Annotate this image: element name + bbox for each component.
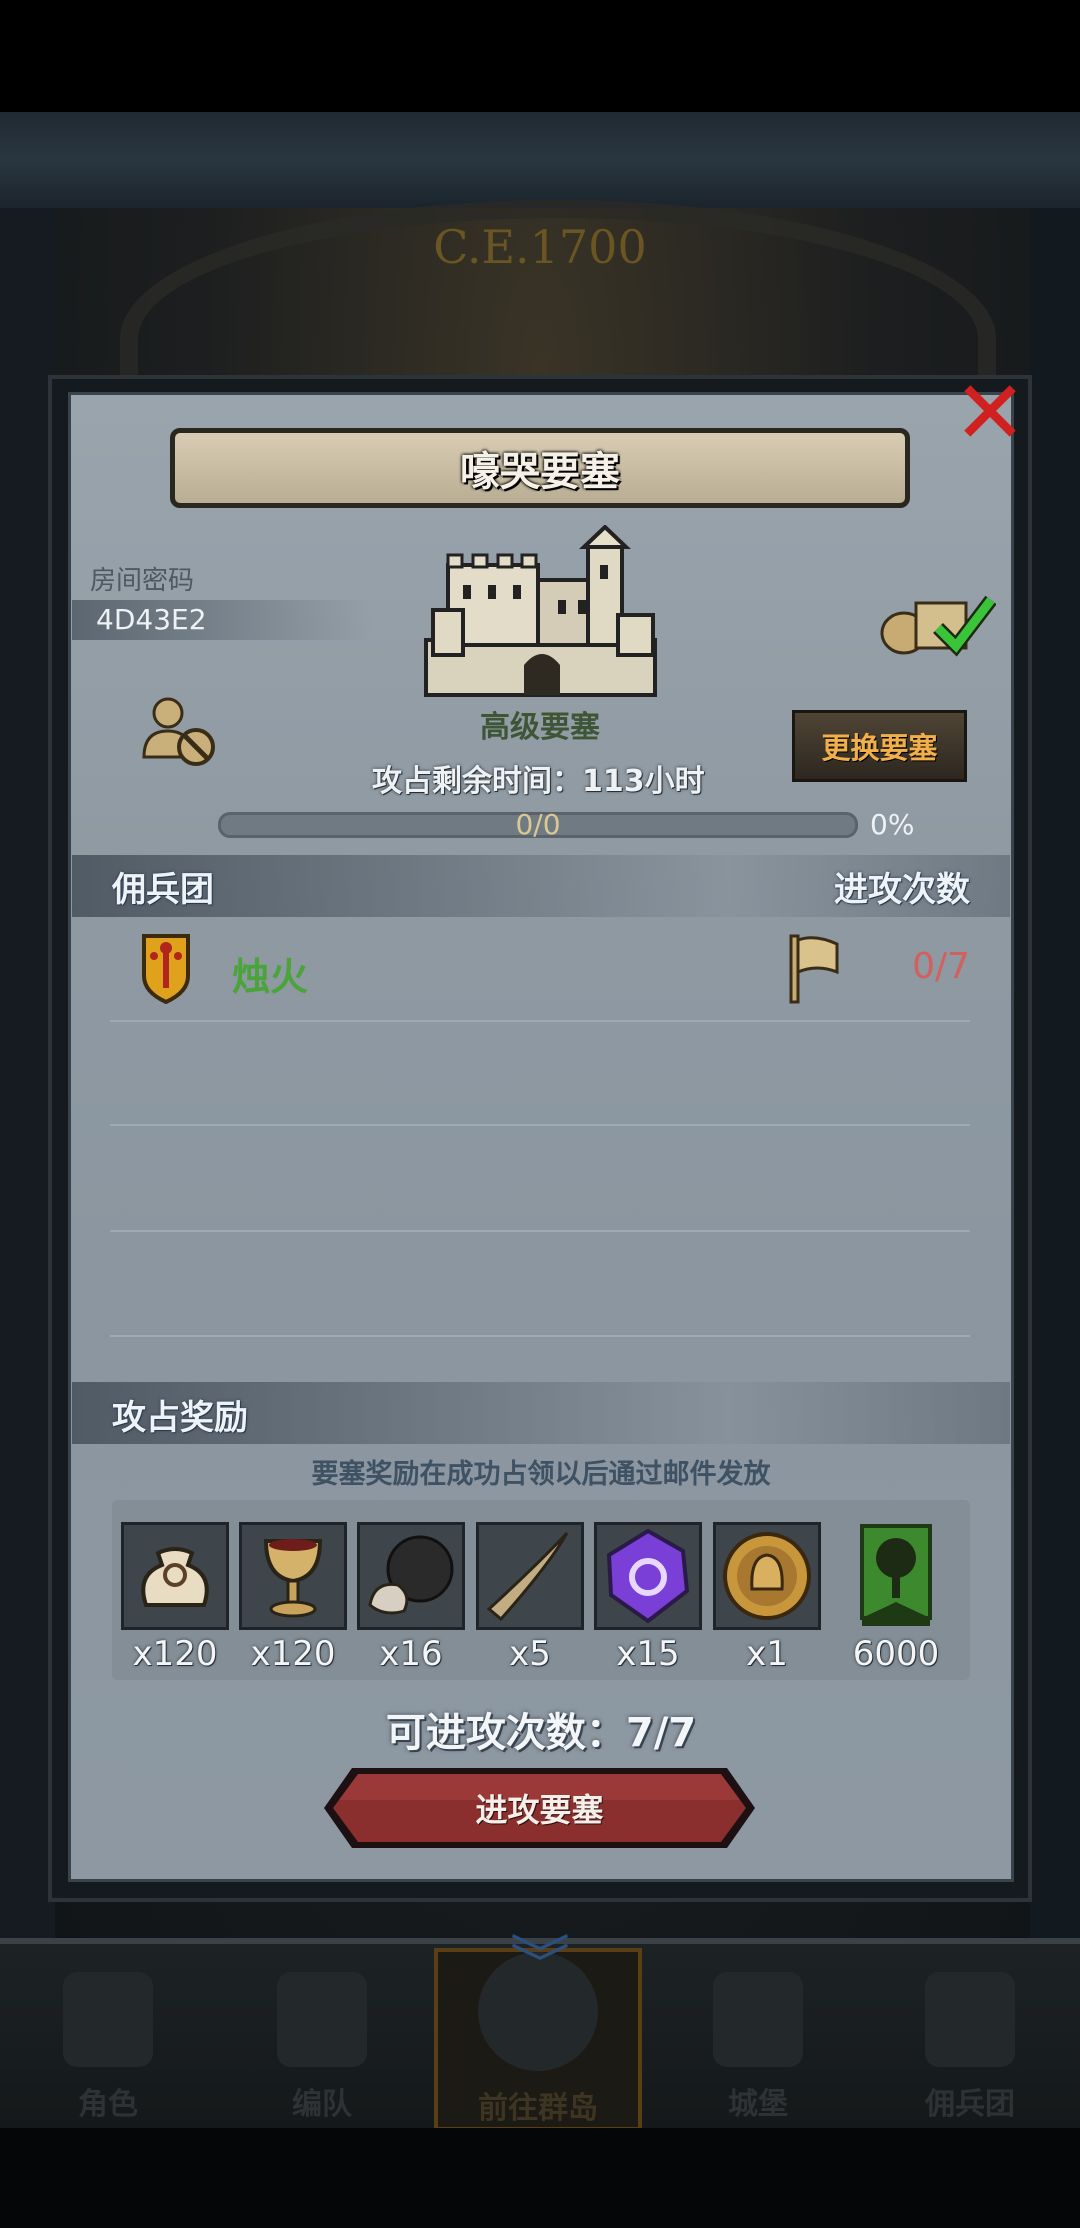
nav-label: 角色: [78, 2087, 138, 2122]
reward-note: 要塞奖励在成功占领以后通过邮件发放: [311, 1459, 771, 1490]
row-divider: [110, 1335, 970, 1337]
sack-icon: [124, 1525, 226, 1627]
nav-label: 前往群岛: [478, 2091, 598, 2126]
nav-label: 佣兵团: [925, 2087, 1015, 2122]
reward-quantity: x120: [132, 1634, 218, 1674]
room-code-label: 房间密码: [90, 566, 195, 596]
attacks-section-label: 进攻次数: [834, 870, 970, 910]
nav-label: 城堡: [728, 2087, 788, 2122]
reward-slot[interactable]: [121, 1522, 229, 1630]
reward-slot[interactable]: [594, 1522, 702, 1630]
change-fortress-button[interactable]: 更换要塞: [792, 710, 967, 782]
reward-slot[interactable]: [357, 1522, 465, 1630]
knight-medal-icon: [716, 1525, 818, 1627]
no-visitors-icon[interactable]: [140, 695, 220, 770]
helmet-icon: [277, 1972, 367, 2067]
system-nav-area: [0, 2128, 1080, 2228]
reward-slot[interactable]: [713, 1522, 821, 1630]
reward-quantity: x16: [379, 1634, 443, 1674]
status-bar-area: [0, 0, 1080, 112]
remaining-time-label: 攻占剩余时间：113小时: [372, 764, 705, 799]
chevron-down-icon: ︾: [510, 1930, 570, 2000]
scene-left-edge: [0, 208, 55, 1938]
fortress-title: 嚎哭要塞: [170, 428, 910, 508]
era-title: C.E.1700: [433, 220, 647, 274]
nav-item-character[interactable]: 角色: [8, 1948, 208, 2123]
progress-text: 0/0: [515, 808, 561, 841]
row-divider: [110, 1020, 970, 1022]
nav-item-formation[interactable]: 编队: [222, 1948, 422, 2123]
guild-section-label: 佣兵团: [112, 870, 214, 910]
row-divider: [110, 1230, 970, 1232]
nav-label: 编队: [292, 2087, 352, 2122]
reward-slot[interactable]: [476, 1522, 584, 1630]
guild-name[interactable]: 烛火: [232, 946, 308, 1001]
reward-slot[interactable]: [239, 1522, 347, 1630]
reward-quantity: x15: [616, 1634, 680, 1674]
remaining-attacks-label: 可进攻次数：7/7: [385, 1710, 697, 1756]
fortress-castle-icon: [424, 525, 657, 697]
truffle-icon: [360, 1525, 462, 1627]
reward-section-label: 攻占奖励: [112, 1398, 248, 1438]
tree-banner-icon[interactable]: [858, 1522, 934, 1630]
fist-icon: [925, 1972, 1015, 2067]
reward-quantity: x120: [250, 1634, 336, 1674]
goblet-icon: [242, 1525, 344, 1627]
supply-check-icon[interactable]: [876, 588, 996, 658]
reward-quantity: x5: [509, 1634, 551, 1674]
close-icon: ✕: [953, 361, 1027, 464]
room-code[interactable]: 4D43E2: [96, 603, 207, 636]
guild-shield-icon: [142, 934, 190, 1004]
scene-right-edge: [1030, 208, 1080, 1938]
close-button[interactable]: ✕: [953, 369, 1027, 457]
row-divider: [110, 1124, 970, 1126]
progress-percent: 0%: [870, 808, 915, 841]
stone-header-band: [0, 112, 1080, 208]
reward-quantity: x1: [746, 1634, 788, 1674]
guild-attack-count: 0/7: [912, 946, 970, 987]
purple-crystal-icon: [597, 1525, 699, 1627]
knight-icon: [63, 1972, 153, 2067]
attack-fortress-button[interactable]: 进攻要塞: [322, 1766, 757, 1850]
flag-icon: [789, 934, 839, 1004]
nav-item-guild[interactable]: 佣兵团: [870, 1948, 1070, 2123]
castle-icon: [713, 1972, 803, 2067]
fortress-type-label: 高级要塞: [480, 710, 600, 745]
reward-quantity: 6000: [852, 1634, 940, 1674]
horn-icon: [479, 1525, 581, 1627]
nav-item-castle[interactable]: 城堡: [658, 1948, 858, 2123]
